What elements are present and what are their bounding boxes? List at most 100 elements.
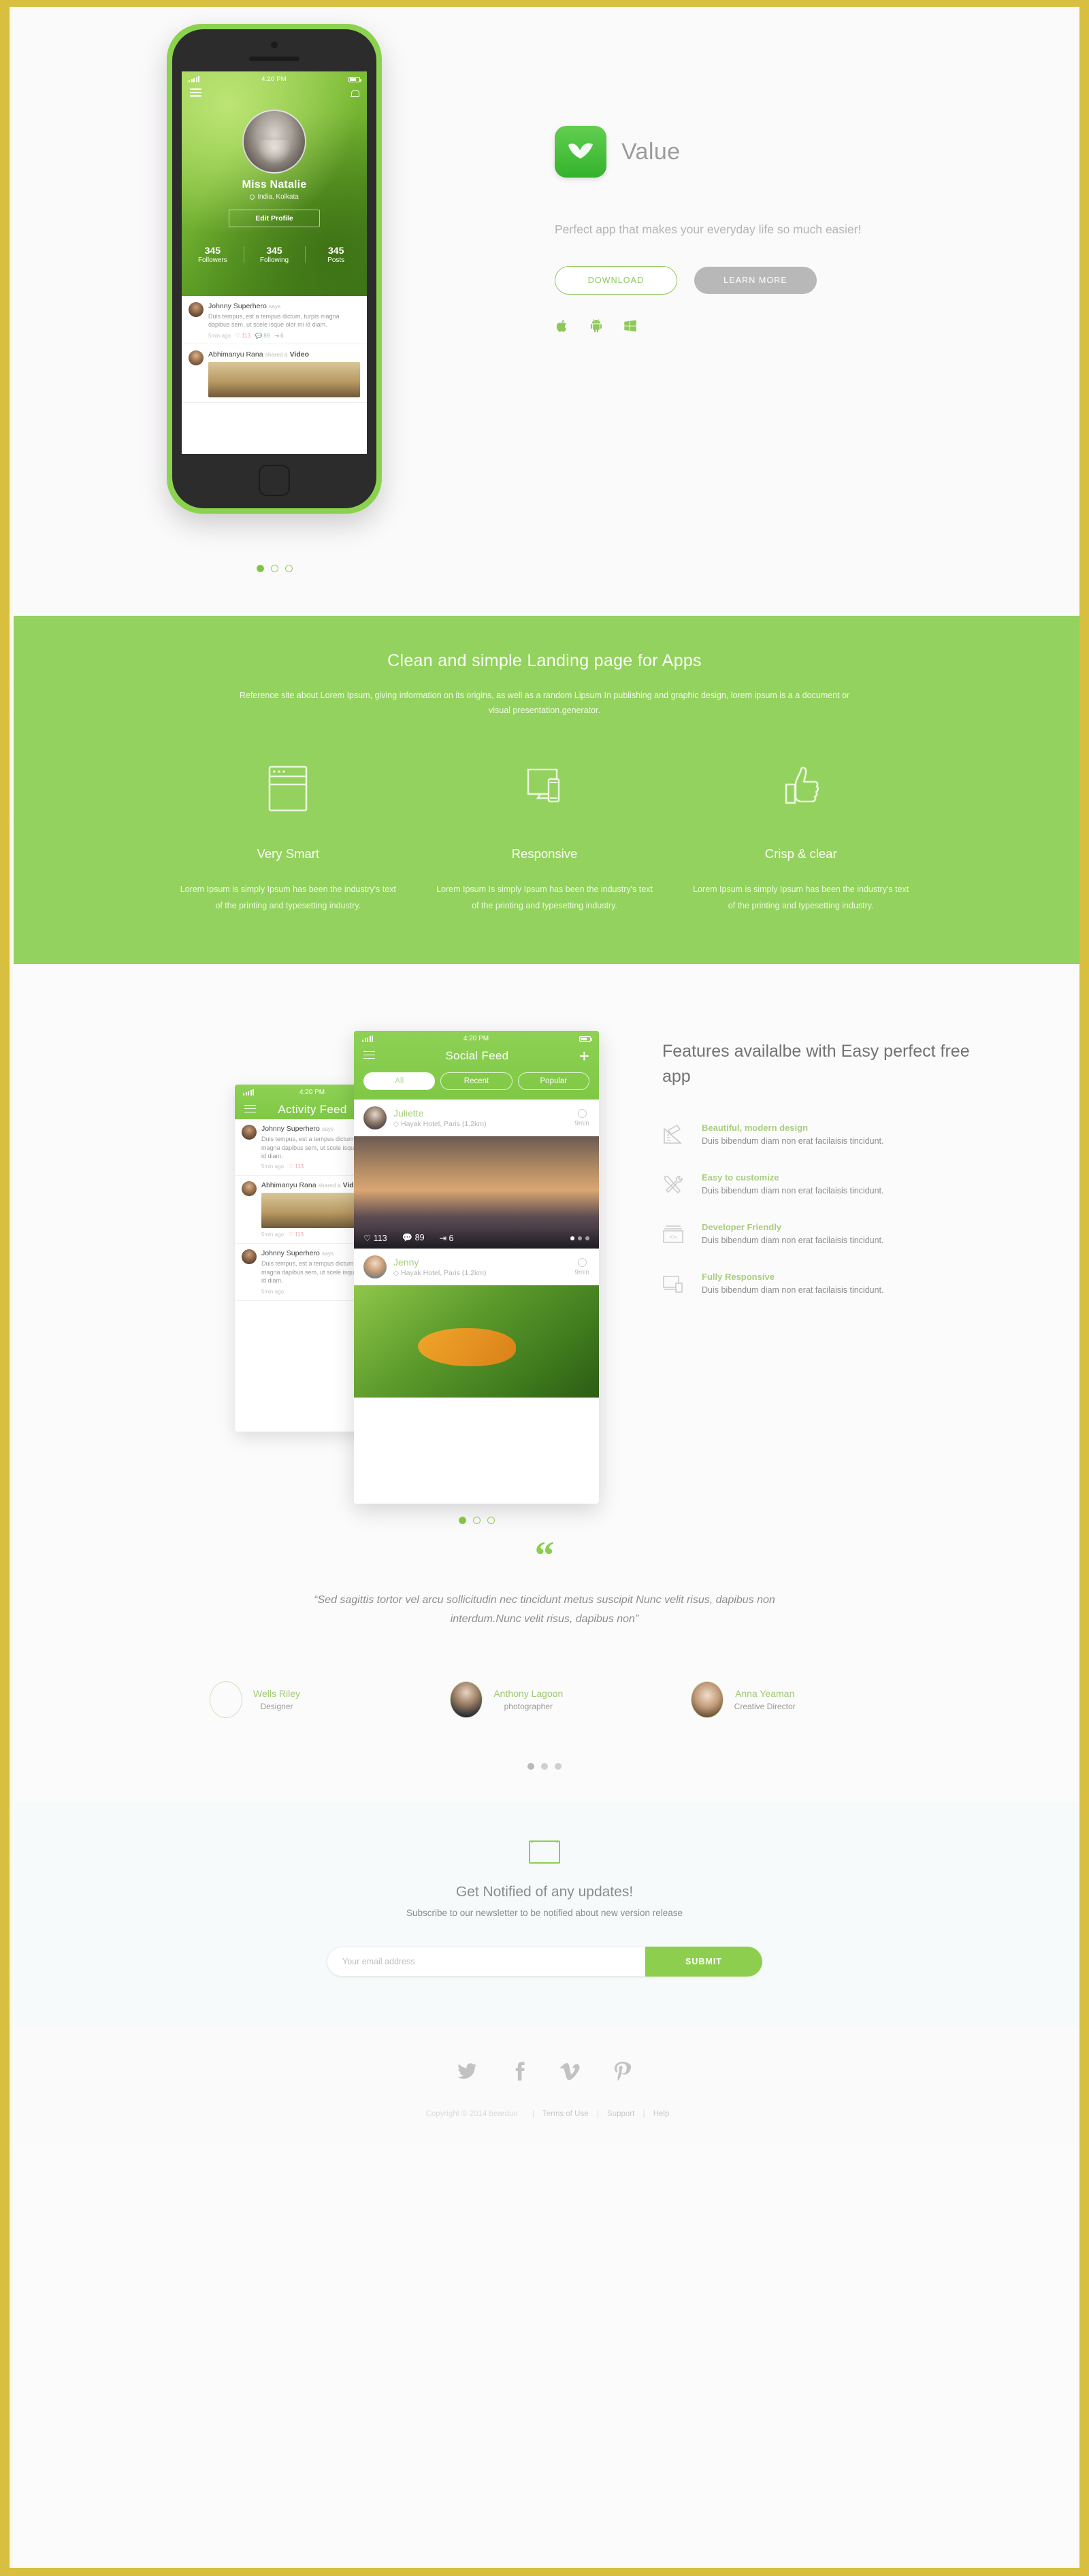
post-likes[interactable]: ♡ 113 bbox=[289, 1232, 304, 1238]
tab-recent[interactable]: Recent bbox=[440, 1072, 513, 1091]
brand-name: Value bbox=[621, 138, 681, 165]
twitter-icon[interactable] bbox=[457, 2061, 477, 2081]
post-author: Abhimanyu Rana bbox=[208, 350, 263, 359]
platform-icons bbox=[555, 318, 936, 334]
feature-desc: Duis bibendum diam non erat facilaisis t… bbox=[702, 1235, 884, 1245]
person-anna-yeaman[interactable]: Anna Yeaman Creative Director bbox=[665, 1681, 905, 1719]
clock-icon bbox=[577, 1257, 587, 1267]
features-heading: Features availalbe with Easy perfect fre… bbox=[662, 1042, 970, 1086]
post-time: 9min bbox=[574, 1108, 589, 1127]
apple-icon[interactable] bbox=[555, 318, 570, 334]
facebook-icon[interactable] bbox=[508, 2061, 529, 2081]
learn-more-button[interactable]: LEARN MORE bbox=[694, 267, 817, 295]
person-wells-riley[interactable]: Wells Riley Designer bbox=[184, 1681, 424, 1719]
support-link[interactable]: Support bbox=[607, 2110, 634, 2118]
footer: Copyright © 2014 bearduo | Terms of Use … bbox=[10, 2026, 1079, 2146]
post-comments[interactable]: 💬 89 bbox=[402, 1233, 425, 1243]
carousel-dot-1[interactable] bbox=[458, 1517, 466, 1525]
edit-profile-button[interactable]: Edit Profile bbox=[229, 210, 320, 228]
submit-button[interactable]: SUBMIT bbox=[645, 1947, 762, 1977]
tab-popular[interactable]: Popular bbox=[517, 1072, 589, 1091]
hamburger-menu-icon[interactable] bbox=[363, 1051, 375, 1061]
post-author-row: Johnny Superhero says bbox=[208, 302, 360, 310]
post-likes[interactable]: ♡ 113 bbox=[363, 1233, 387, 1243]
windows-icon[interactable] bbox=[623, 318, 638, 334]
carousel-dot-3[interactable] bbox=[555, 1763, 562, 1770]
feed-post[interactable]: Abhimanyu Rana shared a Video bbox=[182, 344, 367, 403]
carousel-dot-1[interactable] bbox=[527, 1763, 534, 1770]
copyright-row: Copyright © 2014 bearduo | Terms of Use … bbox=[10, 2110, 1079, 2118]
post-time: 5min ago bbox=[261, 1163, 284, 1170]
phone-home-button[interactable] bbox=[259, 465, 290, 496]
feature-item-beautiful-modern-design: Beautiful, modern design Duis bibendum d… bbox=[662, 1123, 982, 1146]
green-lead-text: Reference site about Lorem Ipsum, giving… bbox=[239, 691, 850, 715]
avatar bbox=[690, 1681, 724, 1719]
email-input[interactable] bbox=[327, 1947, 645, 1977]
hamburger-menu-icon[interactable] bbox=[244, 1104, 256, 1115]
envelope-icon bbox=[529, 1840, 560, 1864]
social-post-header[interactable]: Jenny ◇ Hayak Hotel, Paris (1.2km) 9min bbox=[354, 1249, 599, 1286]
stat-followers: 345 Followers bbox=[182, 245, 244, 264]
person-name: Anna Yeaman bbox=[735, 1688, 795, 1700]
feature-desc: Duis bibendum diam non erat facilaisis t… bbox=[702, 1285, 884, 1295]
vimeo-icon[interactable] bbox=[560, 2061, 581, 2081]
features-list: Beautiful, modern design Duis bibendum d… bbox=[662, 1123, 982, 1295]
carousel-dot-3[interactable] bbox=[487, 1517, 495, 1525]
profile-stats: 345 Followers 345 Following 345 Posts bbox=[182, 245, 367, 264]
pinterest-icon[interactable] bbox=[612, 2061, 632, 2081]
post-shares[interactable]: ⇥ 6 bbox=[274, 333, 283, 339]
carousel-dot-1[interactable] bbox=[256, 565, 264, 572]
feed-post[interactable]: Johnny Superhero says Duis tempus, est a … bbox=[182, 296, 367, 344]
code-window-icon: <> bbox=[662, 1222, 685, 1244]
social-feed-mockup: 4:20 PM Social Feed + All Recent Popular bbox=[354, 1031, 599, 1504]
android-icon[interactable] bbox=[589, 318, 604, 334]
post-actions: ♡ 113 💬 89 ⇥ 6 bbox=[354, 1227, 599, 1249]
feature-title: Easy to customize bbox=[702, 1172, 779, 1183]
carousel-dot-2[interactable] bbox=[472, 1517, 481, 1525]
post-action: shared a bbox=[318, 1182, 341, 1189]
person-role: photographer bbox=[504, 1702, 553, 1712]
feature-item-fully-responsive: Fully Responsive Duis bibendum diam non … bbox=[662, 1272, 982, 1295]
person-anthony-lagoon[interactable]: Anthony Lagoon photographer bbox=[424, 1681, 664, 1719]
green-column-text: Lorem Ipsum is simply Ipsum has been the… bbox=[180, 884, 396, 910]
post-action: says bbox=[321, 1125, 334, 1133]
terms-link[interactable]: Terms of Use bbox=[542, 2110, 589, 2118]
brand-row: Value bbox=[555, 126, 936, 178]
signal-icon bbox=[243, 1089, 254, 1096]
social-feed-title: Social Feed bbox=[445, 1049, 509, 1063]
post-photo bbox=[208, 361, 360, 397]
post-shares[interactable]: ⇥ 6 bbox=[440, 1233, 454, 1243]
stat-followers-label: Followers bbox=[197, 257, 227, 265]
post-likes[interactable]: ♡ 113 bbox=[289, 1163, 304, 1170]
profile-avatar bbox=[242, 110, 306, 174]
phone-status-bar: 4:20 PM bbox=[182, 71, 367, 83]
hamburger-menu-icon[interactable] bbox=[190, 88, 201, 99]
page-frame: 4:20 PM Miss Natalie India, Kolkata Edit… bbox=[10, 7, 1079, 2568]
post-time: 5min ago bbox=[208, 332, 231, 339]
hero-carousel-dots bbox=[167, 565, 382, 572]
phone-body: 4:20 PM Miss Natalie India, Kolkata Edit… bbox=[172, 29, 376, 508]
post-comments[interactable]: 💬 89 bbox=[255, 333, 270, 339]
green-columns: Very Smart Lorem Ipsum is simply Ipsum h… bbox=[160, 762, 929, 914]
profile-location-text: India, Kolkata bbox=[257, 193, 299, 201]
post-action: says bbox=[321, 1250, 334, 1257]
carousel-dot-2[interactable] bbox=[541, 1763, 548, 1770]
help-link[interactable]: Help bbox=[653, 2110, 670, 2118]
post-likes[interactable]: ♡ 113 bbox=[235, 333, 250, 339]
download-button[interactable]: DOWNLOAD bbox=[555, 266, 677, 295]
post-action: says bbox=[268, 303, 281, 310]
carousel-dot-3[interactable] bbox=[285, 565, 293, 572]
social-post-header[interactable]: Juliette ◇ Hayak Hotel, Paris (1.2km) 9m… bbox=[354, 1100, 599, 1137]
post-time: 5min ago bbox=[261, 1288, 284, 1295]
carousel-dot-2[interactable] bbox=[270, 565, 278, 572]
stat-followers-value: 345 bbox=[204, 245, 221, 257]
feed-filter-tabs: All Recent Popular bbox=[354, 1066, 599, 1100]
post-location: ◇ Hayak Hotel, Paris (1.2km) bbox=[393, 1269, 487, 1278]
profile-location: India, Kolkata bbox=[182, 193, 367, 201]
tab-all[interactable]: All bbox=[363, 1072, 436, 1091]
add-post-icon[interactable]: + bbox=[579, 1047, 589, 1065]
bell-icon[interactable] bbox=[351, 89, 359, 98]
feature-item-developer-friendly: <> Developer Friendly Duis bibendum diam… bbox=[662, 1222, 982, 1245]
post-avatar bbox=[363, 1255, 387, 1279]
post-avatar bbox=[363, 1106, 387, 1130]
